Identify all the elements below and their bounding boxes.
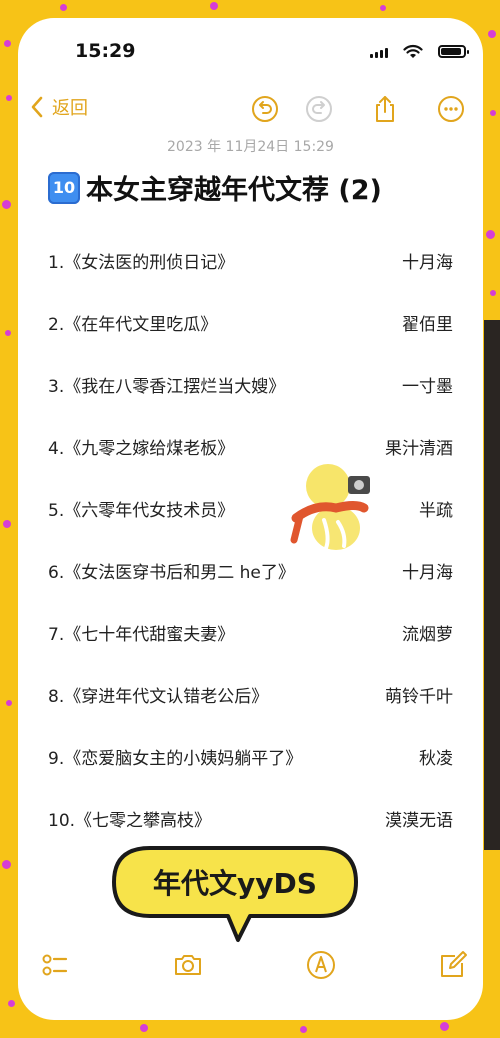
list-item: 8.《穿进年代文认错老公后》 萌铃千叶 xyxy=(48,674,453,736)
book-author: 一寸墨 xyxy=(402,377,453,397)
book-author: 果汁清酒 xyxy=(385,439,453,459)
duck-sticker-icon xyxy=(290,464,370,550)
notes-toolbar: 返回 xyxy=(18,94,483,130)
chevron-left-icon xyxy=(31,96,43,118)
book-title: 9.《恋爱脑女主的小姨妈躺平了》 xyxy=(48,749,303,769)
redo-icon[interactable] xyxy=(304,94,334,124)
share-icon[interactable] xyxy=(370,94,400,124)
more-icon[interactable] xyxy=(436,94,466,124)
list-item: 7.《七十年代甜蜜夫妻》 流烟萝 xyxy=(48,612,453,674)
camera-icon[interactable] xyxy=(171,948,205,982)
book-list[interactable]: 1.《女法医的刑侦日记》 十月海 2.《在年代文里吃瓜》 翟佰里 3.《我在八零… xyxy=(48,240,453,860)
phone-screen: 15:29 返回 2023 年 11月24日 15:29 10 本女主穿越年代文… xyxy=(18,18,483,1020)
battery-icon xyxy=(438,45,469,58)
bottom-toolbar xyxy=(18,948,483,988)
compose-icon[interactable] xyxy=(436,948,470,982)
list-item: 1.《女法医的刑侦日记》 十月海 xyxy=(48,240,453,302)
book-title: 8.《穿进年代文认错老公后》 xyxy=(48,687,269,707)
book-author: 秋凌 xyxy=(419,749,453,769)
back-button[interactable]: 返回 xyxy=(28,94,88,120)
wifi-icon xyxy=(403,44,423,58)
book-title: 7.《七十年代甜蜜夫妻》 xyxy=(48,625,235,645)
book-author: 漠漠无语 xyxy=(385,811,453,831)
markup-pen-icon[interactable] xyxy=(304,948,338,982)
note-title[interactable]: 10 本女主穿越年代文荐 (2) xyxy=(48,168,382,207)
book-title: 5.《六零年代女技术员》 xyxy=(48,501,235,521)
list-item: 5.《六零年代女技术员》 半疏 xyxy=(48,488,453,550)
book-title: 3.《我在八零香江摆烂当大嫂》 xyxy=(48,377,286,397)
book-author: 翟佰里 xyxy=(402,315,453,335)
book-author: 半疏 xyxy=(419,501,453,521)
list-item: 6.《女法医穿书后和男二 he了》 十月海 xyxy=(48,550,453,612)
book-title: 2.《在年代文里吃瓜》 xyxy=(48,315,218,335)
note-title-text: 本女主穿越年代文荐 (2) xyxy=(86,175,382,206)
list-item: 9.《恋爱脑女主的小姨妈躺平了》 秋凌 xyxy=(48,736,453,798)
book-title: 1.《女法医的刑侦日记》 xyxy=(48,253,235,273)
book-author: 萌铃千叶 xyxy=(385,687,453,707)
background-photo-edge xyxy=(484,320,500,850)
cellular-signal-icon xyxy=(370,48,388,58)
status-time: 15:29 xyxy=(75,40,136,62)
book-author: 十月海 xyxy=(402,563,453,583)
status-bar: 15:29 xyxy=(18,40,483,70)
book-title: 4.《九零之嫁给煤老板》 xyxy=(48,439,235,459)
book-author: 流烟萝 xyxy=(402,625,453,645)
back-label: 返回 xyxy=(52,98,88,119)
note-date: 2023 年 11月24日 15:29 xyxy=(167,139,334,155)
book-title: 10.《七零之攀高枝》 xyxy=(48,811,212,831)
speech-bubble-sticker: 年代文yyDS xyxy=(110,844,360,942)
list-item: 2.《在年代文里吃瓜》 翟佰里 xyxy=(48,302,453,364)
book-title: 6.《女法医穿书后和男二 he了》 xyxy=(48,563,295,583)
book-author: 十月海 xyxy=(402,253,453,273)
list-item: 3.《我在八零香江摆烂当大嫂》 一寸墨 xyxy=(48,364,453,426)
list-item: 4.《九零之嫁给煤老板》 果汁清酒 xyxy=(48,426,453,488)
undo-icon[interactable] xyxy=(250,94,280,124)
checklist-icon[interactable] xyxy=(38,948,72,982)
keycap-ten-icon: 10 xyxy=(48,171,80,204)
speech-bubble-text: 年代文yyDS xyxy=(153,867,317,900)
